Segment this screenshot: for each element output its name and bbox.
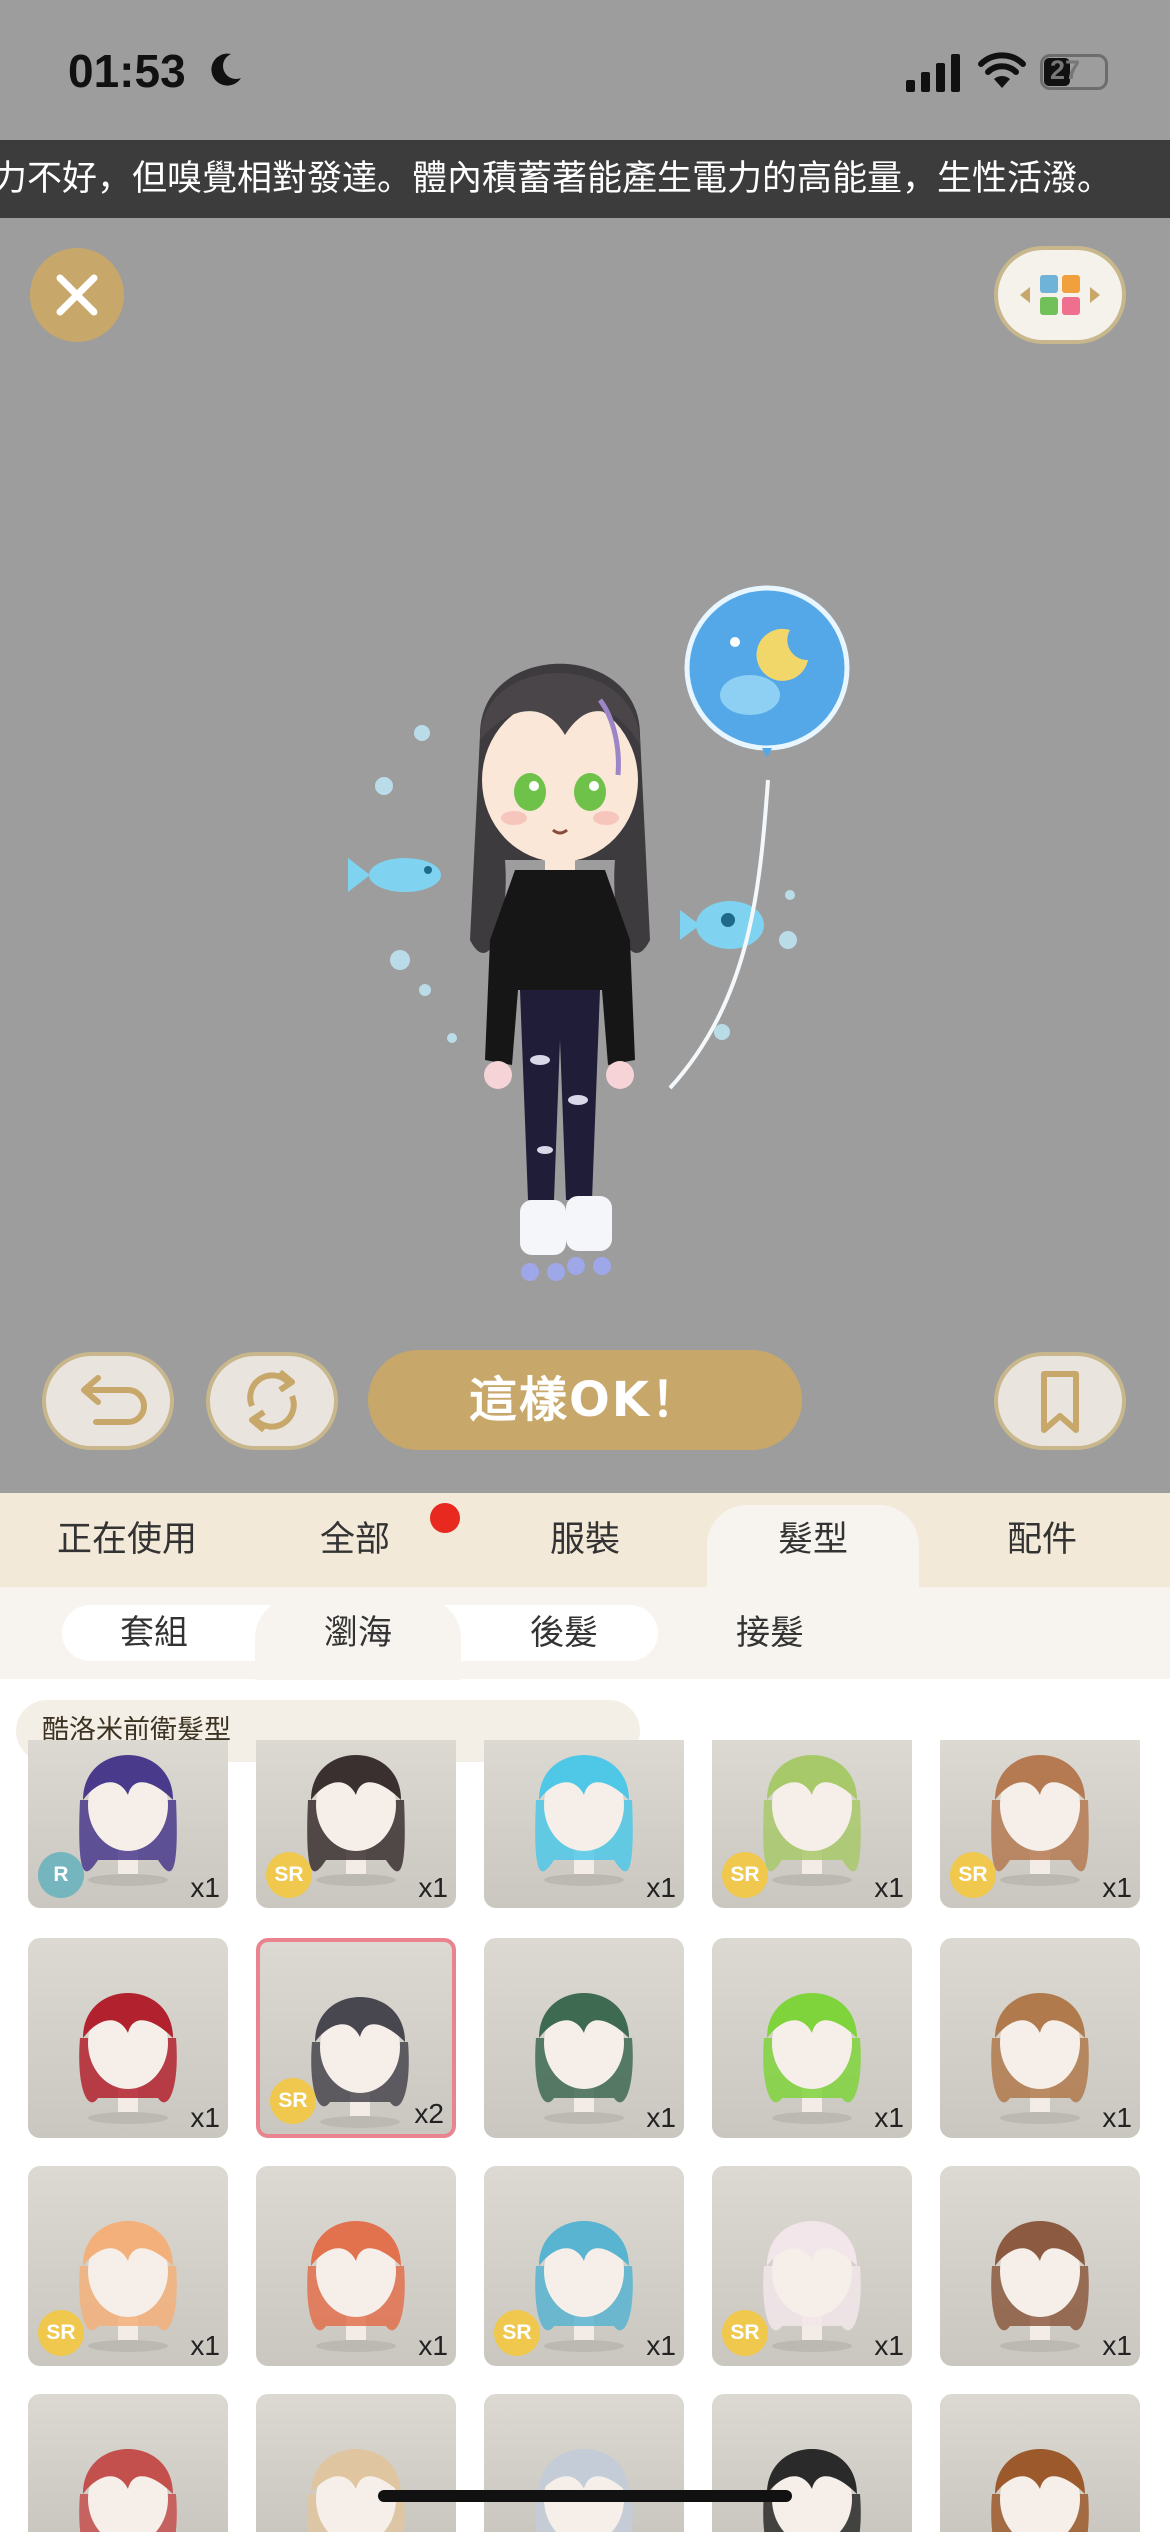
hairstyle-item[interactable]: [256, 2394, 456, 2532]
wifi-icon: [978, 52, 1026, 88]
randomize-button[interactable]: [206, 1352, 338, 1450]
item-count: x1: [418, 1872, 448, 1903]
hairstyle-item[interactable]: SR x1: [712, 2166, 912, 2366]
close-button[interactable]: [30, 248, 124, 342]
rarity-badge: SR: [494, 2310, 540, 2356]
hairstyle-item[interactable]: SR x1: [256, 1740, 456, 1908]
item-count: x1: [646, 2330, 676, 2361]
item-count: x1: [190, 2330, 220, 2361]
refresh-icon: [247, 1369, 297, 1433]
hairstyle-item[interactable]: SR x2: [256, 1938, 456, 2138]
tab-hairstyle[interactable]: 髮型: [713, 1493, 913, 1587]
fish-left: [348, 858, 441, 892]
item-count: x2: [414, 2098, 444, 2129]
avatar-character: [348, 585, 850, 1281]
subtab-extensions[interactable]: 接髮: [690, 1605, 850, 1661]
rarity-badge: SR: [950, 1852, 996, 1898]
hairstyle-item[interactable]: SR x1: [484, 2166, 684, 2366]
rarity-badge: SR: [270, 2078, 316, 2124]
item-count: x1: [874, 2330, 904, 2361]
battery-percent: 27: [1050, 55, 1081, 85]
hairstyle-item[interactable]: x1: [712, 1938, 912, 2138]
item-count: x1: [1102, 2330, 1132, 2361]
bookmark-button[interactable]: [994, 1352, 1126, 1450]
item-count: x1: [190, 2102, 220, 2133]
status-time: 01:53: [68, 45, 186, 97]
cellular-signal-icon: [906, 54, 960, 92]
hairstyle-item[interactable]: SR x1: [28, 2166, 228, 2366]
item-count: x1: [418, 2330, 448, 2361]
description-ticker: 力不好，但嗅覺相對發達。體內積蓄著能產生電力的高能量，生性活潑。: [0, 140, 1170, 218]
grid-arrows-icon: [1020, 275, 1100, 315]
hairstyle-item[interactable]: SR x1: [712, 1740, 912, 1908]
confirm-button[interactable]: 這樣OK！: [368, 1350, 802, 1450]
hair-preview-icon: [763, 2449, 861, 2532]
subtab-sets[interactable]: 套組: [74, 1605, 234, 1661]
hairstyle-item[interactable]: x1: [484, 1740, 684, 1908]
hairstyle-item[interactable]: x1: [484, 1938, 684, 2138]
bookmark-icon: [1041, 1371, 1079, 1433]
tab-clothing[interactable]: 服裝: [485, 1493, 685, 1587]
hairstyle-item[interactable]: x1: [940, 2166, 1140, 2366]
hair-preview-icon: [535, 2449, 633, 2532]
notification-badge: [430, 1503, 460, 1533]
hairstyle-item[interactable]: x1: [256, 2166, 456, 2366]
hair-preview-icon: [79, 2449, 177, 2532]
tab-accessories[interactable]: 配件: [942, 1493, 1142, 1587]
hairstyle-item[interactable]: [940, 2394, 1140, 2532]
balloon: [684, 585, 850, 758]
hair-preview-icon: [307, 2449, 405, 2532]
subtab-bangs[interactable]: 瀏海: [278, 1605, 438, 1661]
home-indicator[interactable]: [378, 2490, 792, 2502]
rarity-badge: R: [38, 1852, 84, 1898]
undo-button[interactable]: [42, 1352, 174, 1450]
item-count: x1: [1102, 1872, 1132, 1903]
hair-preview-icon: [991, 2449, 1089, 2532]
subtab-back-hair[interactable]: 後髮: [484, 1605, 644, 1661]
undo-icon: [81, 1375, 147, 1425]
rarity-badge: SR: [266, 1852, 312, 1898]
hairstyle-item[interactable]: SR x1: [940, 1740, 1140, 1908]
rarity-badge: SR: [722, 2310, 768, 2356]
ticker-text: 力不好，但嗅覺相對發達。體內積蓄著能產生電力的高能量，生性活潑。: [0, 159, 1113, 199]
rarity-badge: SR: [38, 2310, 84, 2356]
hairstyle-item[interactable]: [484, 2394, 684, 2532]
tab-in-use[interactable]: 正在使用: [27, 1493, 227, 1587]
hairstyle-item[interactable]: [712, 2394, 912, 2532]
item-count: x1: [874, 1872, 904, 1903]
hairstyle-item[interactable]: x1: [940, 1938, 1140, 2138]
tab-all[interactable]: 全部: [255, 1493, 455, 1587]
item-count: x1: [646, 1872, 676, 1903]
item-count: x1: [646, 2102, 676, 2133]
item-count: x1: [190, 1872, 220, 1903]
hairstyle-item[interactable]: Rx1: [28, 1740, 228, 1908]
moon-icon: [211, 53, 241, 86]
item-count: x1: [1102, 2102, 1132, 2133]
rarity-badge: SR: [722, 1852, 768, 1898]
close-icon: [56, 274, 98, 316]
layout-toggle-button[interactable]: [994, 246, 1126, 344]
hairstyle-item[interactable]: x1: [28, 1938, 228, 2138]
item-count: x1: [874, 2102, 904, 2133]
hairstyle-item[interactable]: [28, 2394, 228, 2532]
